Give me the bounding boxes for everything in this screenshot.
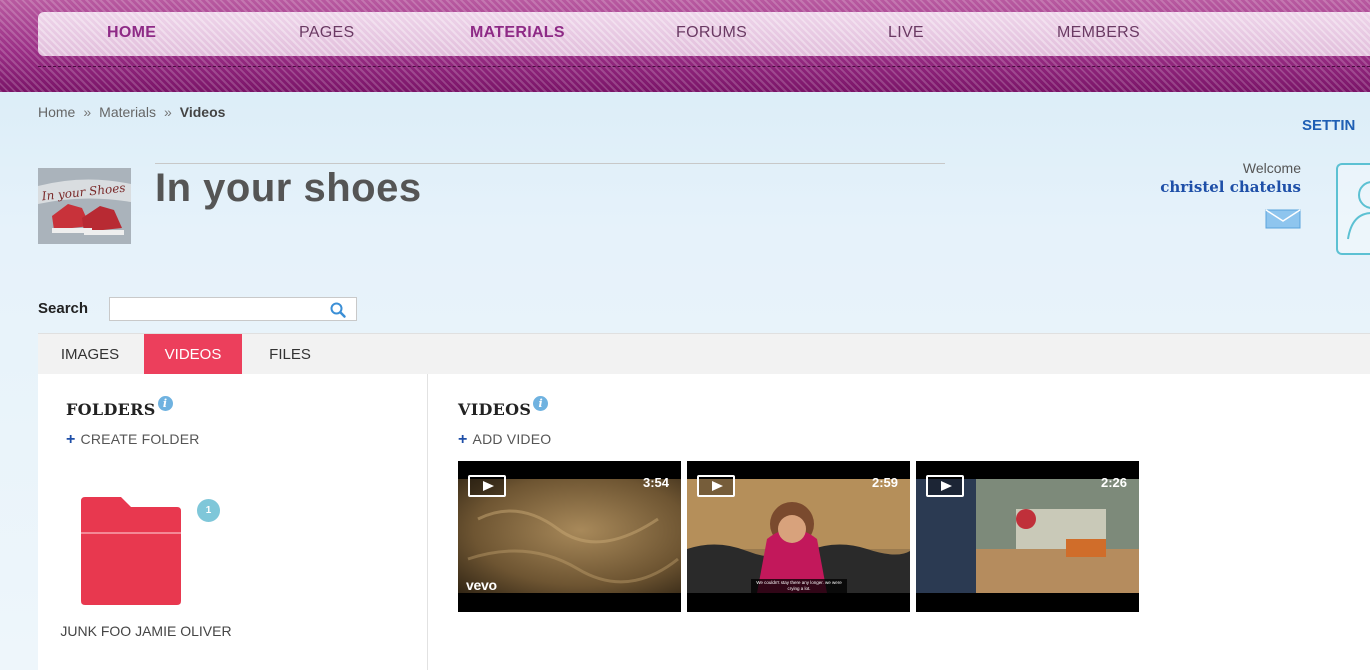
play-icon <box>697 475 735 497</box>
add-video-label: ADD VIDEO <box>472 431 552 447</box>
breadcrumb-home[interactable]: Home <box>38 104 75 120</box>
panel-divider <box>427 374 428 670</box>
breadcrumb-separator: » <box>163 104 172 120</box>
create-folder-label: CREATE FOLDER <box>80 431 200 447</box>
tab-images[interactable]: IMAGES <box>48 334 132 375</box>
video-caption: We couldn't stay there any longer. we we… <box>751 579 847 593</box>
video-duration: 3:54 <box>642 475 669 490</box>
videos-heading: VIDEOS i <box>458 396 549 419</box>
video-thumbnail[interactable]: 2:26 <box>916 461 1139 612</box>
settings-link[interactable]: SETTIN <box>1302 117 1355 134</box>
tab-files[interactable]: FILES <box>256 334 324 375</box>
video-thumbnail[interactable]: 2:59 We couldn't stay there any longer. … <box>687 461 910 612</box>
nav-item-forums[interactable]: FORUMS <box>676 24 747 42</box>
video-duration: 2:59 <box>871 475 898 490</box>
nav-item-materials[interactable]: MATERIALS <box>470 24 565 42</box>
nav-item-members[interactable]: MEMBERS <box>1057 24 1140 42</box>
videos-title: VIDEOS <box>458 400 532 419</box>
create-folder-button[interactable]: + CREATE FOLDER <box>66 431 200 449</box>
breadcrumb-materials[interactable]: Materials <box>99 104 156 120</box>
breadcrumb: Home » Materials » Videos <box>38 104 225 120</box>
folder-count-badge: 1 <box>195 497 222 524</box>
info-icon[interactable]: i <box>157 396 173 411</box>
group-title: In your shoes <box>155 166 422 210</box>
info-icon[interactable]: i <box>533 396 549 411</box>
play-icon <box>926 475 964 497</box>
nav-item-home[interactable]: HOME <box>107 24 156 42</box>
folders-heading: FOLDERS i <box>66 396 173 419</box>
search-label: Search <box>38 300 89 317</box>
video-thumbnail[interactable]: 3:54 vevo <box>458 461 681 612</box>
plus-icon: + <box>66 431 76 448</box>
play-icon <box>468 475 506 497</box>
media-tab-bar: IMAGES VIDEOS FILES <box>38 333 1370 375</box>
folders-title: FOLDERS <box>66 400 156 419</box>
avatar[interactable] <box>1336 163 1370 255</box>
mail-icon[interactable] <box>1265 209 1301 229</box>
group-logo: In your Shoes <box>38 168 131 244</box>
avatar-icon <box>1347 181 1370 240</box>
nav-item-pages[interactable]: PAGES <box>299 24 354 42</box>
folder-name[interactable]: JUNK FOO JAMIE OLIVER <box>60 622 232 640</box>
breadcrumb-separator: » <box>83 104 92 120</box>
plus-icon: + <box>458 431 468 448</box>
breadcrumb-current: Videos <box>179 104 226 120</box>
tab-videos[interactable]: VIDEOS <box>144 334 242 375</box>
add-video-button[interactable]: + ADD VIDEO <box>458 431 551 449</box>
nav-divider <box>38 66 1370 67</box>
title-rule <box>155 163 945 164</box>
nav-item-live[interactable]: LIVE <box>888 24 924 42</box>
search-input[interactable] <box>109 297 357 321</box>
video-duration: 2:26 <box>1100 475 1127 490</box>
welcome-block: Welcome christel chatelus <box>1160 160 1301 196</box>
folder-icon[interactable] <box>79 497 183 605</box>
user-name-link[interactable]: christel chatelus <box>1160 178 1301 196</box>
vevo-logo: vevo <box>466 577 497 593</box>
welcome-text: Welcome <box>1242 160 1301 176</box>
search-icon[interactable] <box>329 301 347 319</box>
sneakers-logo-image: In your Shoes <box>38 168 131 244</box>
